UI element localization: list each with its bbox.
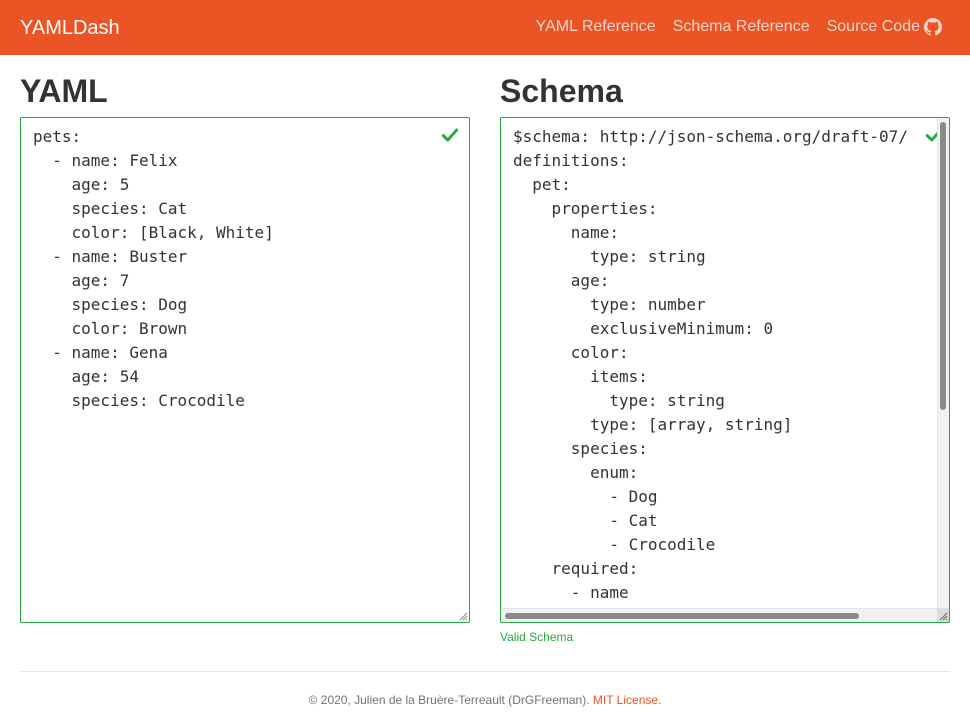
mit-license-link[interactable]: MIT License bbox=[593, 693, 658, 707]
schema-validation-message: Valid Schema bbox=[500, 630, 574, 644]
resize-handle-icon[interactable] bbox=[938, 611, 948, 621]
footer: © 2020, Julien de la Bruère-Terreault (D… bbox=[0, 692, 970, 708]
brand-logo[interactable]: YAMLDash bbox=[20, 15, 120, 41]
vertical-scrollbar[interactable] bbox=[937, 118, 949, 608]
schema-panel-title: Schema bbox=[500, 73, 623, 109]
nav-link-schema-reference[interactable]: Schema Reference bbox=[673, 16, 810, 38]
yaml-editor[interactable]: pets: - name: Felix age: 5 species: Cat … bbox=[20, 117, 470, 623]
navbar: YAMLDash YAML Reference Schema Reference… bbox=[0, 0, 970, 55]
horizontal-scrollbar[interactable] bbox=[501, 608, 937, 622]
nav-link-source-code[interactable]: Source Code bbox=[827, 16, 942, 38]
github-icon bbox=[924, 18, 942, 36]
nav-link-yaml-reference[interactable]: YAML Reference bbox=[536, 16, 656, 38]
footer-trailing: . bbox=[658, 693, 662, 707]
yaml-panel-title: YAML bbox=[20, 73, 108, 109]
check-icon bbox=[441, 128, 459, 142]
nav-links: YAML Reference Schema Reference Source C… bbox=[519, 16, 942, 38]
yaml-editor-content[interactable]: pets: - name: Felix age: 5 species: Cat … bbox=[33, 125, 274, 413]
resize-handle-icon[interactable] bbox=[458, 611, 468, 621]
schema-editor-content[interactable]: $schema: http://json-schema.org/draft-07… bbox=[513, 125, 908, 605]
schema-editor[interactable]: $schema: http://json-schema.org/draft-07… bbox=[500, 117, 950, 623]
nav-link-source-code-label: Source Code bbox=[826, 18, 920, 35]
vertical-scrollbar-thumb[interactable] bbox=[940, 122, 946, 410]
footer-copyright: © 2020, Julien de la Bruère-Terreault (D… bbox=[308, 693, 590, 707]
footer-divider bbox=[20, 671, 950, 672]
horizontal-scrollbar-thumb[interactable] bbox=[505, 613, 859, 619]
